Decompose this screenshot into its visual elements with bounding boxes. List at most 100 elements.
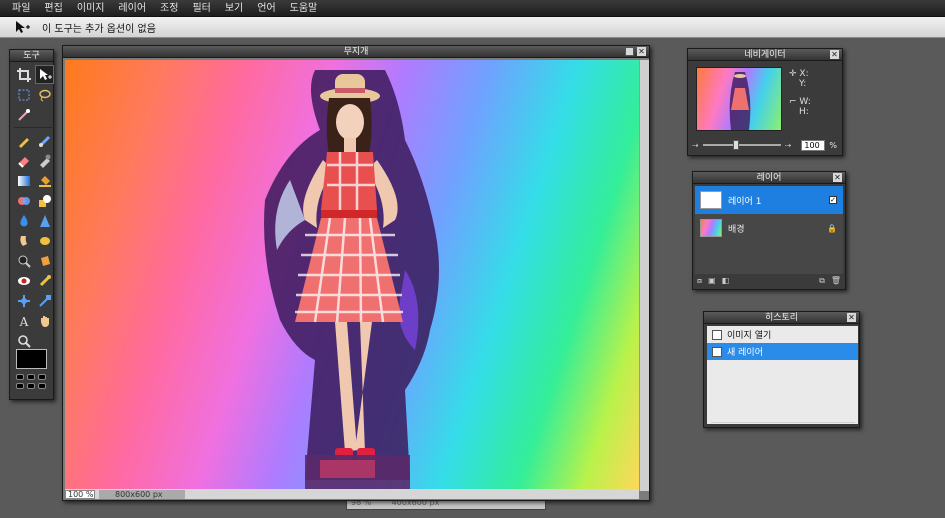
menu-help[interactable]: 도움말	[284, 0, 326, 17]
marquee-icon[interactable]	[14, 85, 33, 104]
layer-thumbnail	[700, 219, 722, 237]
move-tool-icon	[16, 21, 30, 33]
zoom-input[interactable]: 100 %	[65, 489, 95, 499]
brush-icon[interactable]	[35, 131, 54, 150]
eyedropper-icon[interactable]	[35, 291, 54, 310]
close-icon[interactable]: ✕	[637, 47, 646, 56]
history-item-new-layer[interactable]: 새 레이어	[707, 343, 858, 360]
brush-presets	[16, 374, 46, 389]
document-window: 무지개 ✕ 100 % 800x600 px	[62, 45, 650, 501]
smudge-icon[interactable]	[14, 231, 33, 250]
close-icon[interactable]: ✕	[833, 173, 842, 182]
vertical-scrollbar[interactable]	[639, 60, 649, 491]
preset-dot[interactable]	[27, 374, 35, 380]
layer-mask-icon[interactable]: ◧	[722, 276, 730, 286]
layer-name: 레이어 1	[728, 196, 762, 207]
options-message: 이 도구는 추가 옵션이 없음	[42, 23, 156, 35]
history-item-label: 새 레이어	[727, 348, 763, 358]
menu-view[interactable]: 보기	[219, 0, 251, 17]
menu-language[interactable]: 언어	[251, 0, 283, 17]
clone-icon[interactable]	[35, 151, 54, 170]
history-title: 히스토리	[764, 313, 799, 323]
menu-adjust[interactable]: 조정	[154, 0, 186, 17]
burn-icon[interactable]	[14, 251, 33, 270]
drop-icon[interactable]	[14, 211, 33, 230]
pinch-icon[interactable]	[14, 291, 33, 310]
menu-file[interactable]: 파일	[6, 0, 38, 17]
replace-color-icon[interactable]	[14, 191, 33, 210]
image-canvas[interactable]	[65, 60, 639, 491]
maximize-icon[interactable]	[625, 47, 634, 56]
history-item-open-image[interactable]: 이미지 열기	[707, 326, 858, 343]
navigator-zoom-unit: %	[829, 140, 838, 150]
crop-icon[interactable]	[14, 65, 33, 84]
lasso-icon[interactable]	[35, 85, 54, 104]
navigator-coords: ✛ X: Y: ⌐ W: H:	[789, 69, 811, 117]
layer-name: 배경	[728, 224, 745, 235]
shape-icon[interactable]	[35, 191, 54, 210]
preset-dot[interactable]	[16, 383, 24, 389]
history-list: 이미지 열기 새 레이어	[707, 326, 858, 424]
pencil-icon[interactable]	[14, 131, 33, 150]
layers-title-bar[interactable]: 레이어 ✕	[693, 172, 845, 184]
preset-dot[interactable]	[38, 383, 46, 389]
close-icon[interactable]: ✕	[847, 313, 856, 322]
preset-dot[interactable]	[27, 383, 35, 389]
redeye-icon[interactable]	[14, 271, 33, 290]
bloat-icon[interactable]	[35, 271, 54, 290]
dodge-icon[interactable]	[35, 231, 54, 250]
layer-visibility-checkbox[interactable]: ✓	[829, 196, 837, 204]
nav-w-label: W:	[799, 97, 811, 107]
menu-layer[interactable]: 레이어	[112, 0, 154, 17]
layer-row-background[interactable]: 배경 🔒	[695, 214, 843, 242]
zoom-icon[interactable]	[14, 331, 33, 350]
layer-properties-icon[interactable]: ▣	[708, 276, 716, 286]
new-layer-icon[interactable]: ⧉	[819, 276, 825, 286]
zoom-slider-handle[interactable]	[732, 140, 739, 150]
document-status-bar: 100 % 800x600 px	[65, 489, 639, 499]
wand-icon[interactable]	[14, 105, 33, 124]
layer-row-1[interactable]: 레이어 1 ✓	[695, 186, 843, 214]
layers-toolbar: ⧈ ▣ ◧ ⧉ 🗑	[697, 276, 841, 286]
zoom-out-icon[interactable]: ⇢	[692, 141, 699, 150]
close-icon[interactable]: ✕	[830, 50, 839, 59]
nav-h-label: H:	[799, 107, 809, 117]
hand-icon[interactable]	[35, 311, 54, 330]
sharpen-icon[interactable]	[35, 211, 54, 230]
navigator-preview	[729, 72, 751, 130]
navigator-title: 네비게이터	[744, 50, 786, 60]
zoom-slider[interactable]	[702, 140, 781, 150]
type-icon[interactable]: A	[14, 311, 33, 330]
layer-thumbnail	[700, 191, 722, 209]
layers-panel: 레이어 ✕ 레이어 1 ✓ 배경 🔒 ⧈ ▣ ◧ ⧉ 🗑	[692, 171, 846, 290]
sponge-icon[interactable]	[35, 251, 54, 270]
zoom-in-icon[interactable]: ⇢	[785, 141, 792, 150]
navigator-thumbnail[interactable]	[696, 67, 782, 131]
preset-dot[interactable]	[16, 374, 24, 380]
history-title-bar[interactable]: 히스토리 ✕	[704, 312, 859, 324]
tool-separator	[14, 127, 54, 128]
layer-style-icon[interactable]: ⧈	[697, 276, 702, 286]
tool-grid: A	[10, 62, 54, 350]
eraser-icon[interactable]	[14, 151, 33, 170]
navigator-panel: 네비게이터 ✕ ✛ X: Y: ⌐ W: H: ⇢ ⇢ 100 %	[687, 48, 843, 156]
bucket-icon[interactable]	[35, 171, 54, 190]
menu-image[interactable]: 이미지	[71, 0, 113, 17]
resize-icon: ⌐ W:	[789, 97, 811, 107]
preset-dot[interactable]	[38, 374, 46, 380]
navigator-title-bar[interactable]: 네비게이터 ✕	[688, 49, 842, 61]
move-icon[interactable]	[35, 65, 54, 84]
tools-panel: 도구 A	[9, 49, 54, 400]
menu-filter[interactable]: 필터	[186, 0, 218, 17]
primary-color-swatch[interactable]	[16, 349, 47, 369]
options-bar: 이 도구는 추가 옵션이 없음	[0, 17, 945, 38]
document-title-bar[interactable]: 무지개 ✕	[63, 46, 649, 58]
lock-icon: 🔒	[827, 223, 837, 233]
delete-layer-icon[interactable]: 🗑	[831, 276, 841, 286]
tools-title: 도구	[10, 50, 53, 62]
menu-edit[interactable]: 편집	[38, 0, 70, 17]
navigator-zoom-input[interactable]: 100	[801, 139, 826, 151]
document-icon	[712, 346, 722, 357]
gradient-icon[interactable]	[14, 171, 33, 190]
